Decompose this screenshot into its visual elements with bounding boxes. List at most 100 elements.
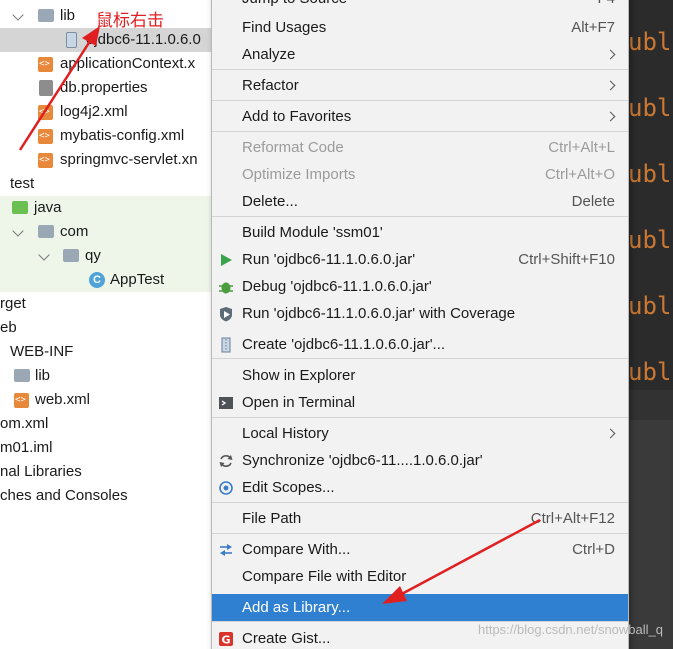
tree-row-label: ojdbc6-11.1.0.6.0 — [86, 31, 201, 48]
menu-item-label: Refactor — [242, 77, 299, 94]
tree-row-label: eb — [0, 319, 17, 336]
tree-row-dbprops[interactable]: db.properties — [0, 76, 212, 100]
menu-item-jump-to-source[interactable]: Jump to Source F4 — [212, 0, 628, 12]
context-menu: Jump to Source F4 Find Usages Alt+F7 Ana… — [211, 0, 629, 649]
tree-row-com[interactable]: com — [0, 220, 212, 244]
menu-item-shortcut: Ctrl+Alt+L — [548, 139, 615, 156]
menu-item-reformat-code[interactable]: Reformat Code Ctrl+Alt+L — [212, 134, 628, 161]
menu-item-add-to-favorites[interactable]: Add to Favorites — [212, 103, 628, 130]
code-line: ubli — [628, 94, 673, 122]
tree-row-label: lib — [35, 367, 51, 384]
tree-row-jar[interactable]: ojdbc6-11.1.0.6.0 — [0, 28, 212, 52]
tree-row-apptest[interactable]: C AppTest — [0, 268, 212, 292]
tree-row-label: AppTest — [110, 271, 165, 288]
menu-item-debug[interactable]: Debug 'ojdbc6-11.1.0.6.0.jar' — [212, 273, 628, 300]
tree-row-java[interactable]: java — [0, 196, 212, 220]
tree-row-label: test — [10, 175, 35, 192]
menu-item-refactor[interactable]: Refactor — [212, 72, 628, 99]
menu-separator — [212, 533, 628, 534]
menu-item-label: Jump to Source — [242, 0, 347, 12]
tree-row-log4j2[interactable]: log4j2.xml — [0, 100, 212, 124]
watermark: https://blog.csdn.net/snowball_q — [477, 622, 663, 637]
tree-row-label: java — [34, 199, 62, 216]
tree-row-label: ches and Consoles — [0, 487, 128, 504]
tree-row-web[interactable]: eb — [0, 316, 212, 340]
menu-item-add-as-library[interactable]: Add as Library... — [212, 594, 628, 621]
submenu-arrow-icon — [605, 111, 616, 122]
folder-icon — [38, 9, 54, 22]
menu-item-local-history[interactable]: Local History — [212, 420, 628, 447]
menu-item-label: Delete... — [242, 193, 298, 210]
menu-separator — [212, 417, 628, 418]
menu-item-label: Synchronize 'ojdbc6-11....1.0.6.0.jar' — [242, 452, 483, 469]
tree-row-springmvc[interactable]: springmvc-servlet.xn — [0, 148, 212, 172]
compare-icon — [220, 544, 232, 556]
menu-item-shortcut: Alt+F7 — [571, 19, 615, 36]
menu-item-label: Run 'ojdbc6-11.1.0.6.0.jar' — [242, 251, 416, 268]
menu-item-label: Run 'ojdbc6-11.1.0.6.0.jar' with Coverag… — [242, 305, 516, 322]
menu-item-label: Edit Scopes... — [242, 479, 335, 496]
tree-row-label: log4j2.xml — [60, 103, 128, 120]
menu-item-shortcut: F4 — [597, 0, 615, 12]
chevron-down-icon[interactable] — [12, 225, 24, 237]
jar-file-icon — [66, 32, 77, 48]
gist-icon: G — [219, 632, 233, 647]
tree-row-scratches[interactable]: ches and Consoles — [0, 484, 212, 508]
menu-item-find-usages[interactable]: Find Usages Alt+F7 — [212, 14, 628, 41]
svg-text:G: G — [221, 634, 230, 647]
tree-row-webinf[interactable]: WEB-INF — [0, 340, 212, 364]
menu-item-analyze[interactable]: Analyze — [212, 41, 628, 68]
sync-icon — [219, 455, 233, 467]
menu-item-run-with-coverage[interactable]: Run 'ojdbc6-11.1.0.6.0.jar' with Coverag… — [212, 300, 628, 327]
chevron-down-icon[interactable] — [38, 249, 50, 261]
menu-item-label: Show in Explorer — [242, 367, 356, 384]
code-editor[interactable]: ubli ubli ubli ubli ubli ubli — [628, 0, 673, 420]
tree-row-label: springmvc-servlet.xn — [60, 151, 198, 168]
menu-item-run[interactable]: Run 'ojdbc6-11.1.0.6.0.jar' Ctrl+Shift+F… — [212, 246, 628, 273]
tree-row-label: db.properties — [60, 79, 148, 96]
xml-file-icon — [14, 388, 29, 412]
chevron-down-icon[interactable] — [12, 9, 24, 21]
menu-item-show-in-explorer[interactable]: Show in Explorer — [212, 362, 628, 389]
menu-item-label: Optimize Imports — [242, 166, 356, 183]
tree-row-mybatis[interactable]: mybatis-config.xml — [0, 124, 212, 148]
folder-icon — [63, 249, 79, 262]
menu-item-label: Find Usages — [242, 19, 327, 36]
menu-item-open-in-terminal[interactable]: Open in Terminal — [212, 389, 628, 416]
project-tree: lib ojdbc6-11.1.0.6.0 applicationContext… — [0, 0, 212, 649]
menu-item-label: Reformat Code — [242, 139, 344, 156]
tree-row-iml[interactable]: m01.iml — [0, 436, 212, 460]
menu-item-delete[interactable]: Delete... Delete — [212, 188, 628, 215]
tree-row-target[interactable]: rget — [0, 292, 212, 316]
xml-file-icon — [38, 100, 53, 124]
tree-row-webxml[interactable]: web.xml — [0, 388, 212, 412]
tree-row-pom[interactable]: om.xml — [0, 412, 212, 436]
menu-item-build-module[interactable]: Build Module 'ssm01' — [212, 219, 628, 246]
tree-row-test[interactable]: test — [0, 172, 212, 196]
tree-row-weblib[interactable]: lib — [0, 364, 212, 388]
menu-item-compare-file-with-editor[interactable]: Compare File with Editor — [212, 563, 628, 590]
menu-item-create-config[interactable]: Create 'ojdbc6-11.1.0.6.0.jar'... — [212, 331, 628, 358]
menu-separator — [212, 502, 628, 503]
code-line: ubli — [628, 160, 673, 188]
menu-item-optimize-imports[interactable]: Optimize Imports Ctrl+Alt+O — [212, 161, 628, 188]
menu-item-file-path[interactable]: File Path Ctrl+Alt+F12 — [212, 505, 628, 532]
xml-file-icon — [38, 52, 53, 76]
tree-row-qy[interactable]: qy — [0, 244, 212, 268]
menu-item-compare-with[interactable]: Compare With... Ctrl+D — [212, 536, 628, 563]
menu-item-label: Local History — [242, 425, 329, 442]
tree-row-label: rget — [0, 295, 26, 312]
tree-row-external-libraries[interactable]: nal Libraries — [0, 460, 212, 484]
menu-item-shortcut: Ctrl+Alt+O — [544, 166, 615, 183]
xml-file-icon — [38, 148, 53, 172]
tree-row-label: web.xml — [35, 391, 91, 408]
class-icon: C — [89, 272, 105, 288]
tree-row-appctx[interactable]: applicationContext.x — [0, 52, 212, 76]
menu-item-label: File Path — [242, 510, 302, 527]
run-icon — [221, 254, 232, 266]
menu-item-synchronize[interactable]: Synchronize 'ojdbc6-11....1.0.6.0.jar' — [212, 447, 628, 474]
menu-item-edit-scopes[interactable]: Edit Scopes... — [212, 474, 628, 501]
menu-item-shortcut: Ctrl+Alt+F12 — [530, 510, 615, 527]
scope-icon — [219, 481, 233, 495]
menu-item-label: Open in Terminal — [242, 394, 356, 411]
